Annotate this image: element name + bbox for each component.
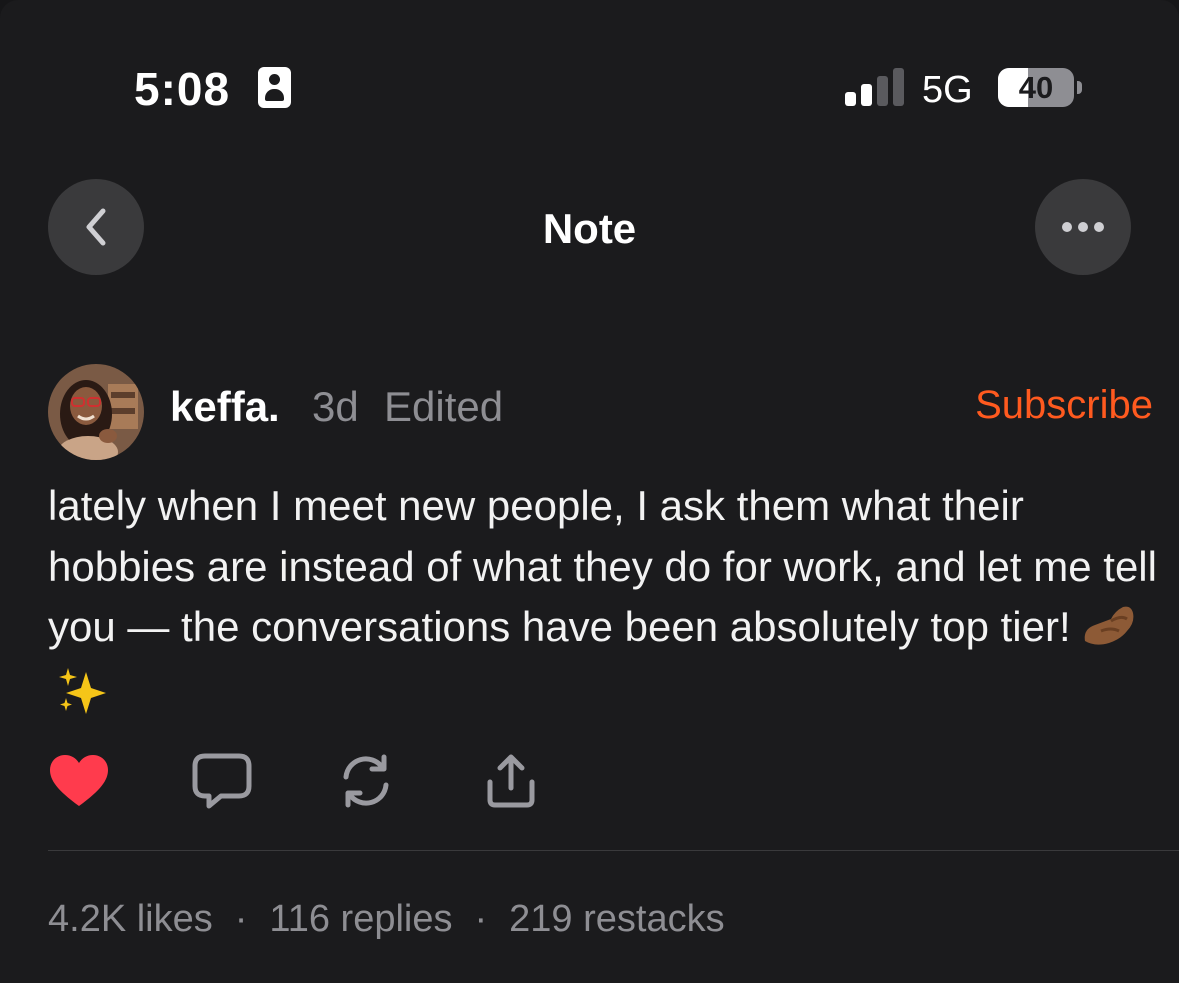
signal-icon <box>845 68 905 106</box>
battery-icon: 40 <box>998 68 1074 107</box>
divider <box>48 850 1179 851</box>
likes-count[interactable]: 4.2K likes <box>48 898 213 940</box>
restack-button[interactable] <box>333 750 399 812</box>
engagement-stats: 4.2K likes · 116 replies · 219 restacks <box>48 898 725 941</box>
post-body: lately when I meet new people, I ask the… <box>48 476 1158 734</box>
stats-separator: · <box>234 898 248 940</box>
battery-nub <box>1077 81 1082 94</box>
restack-icon <box>343 754 389 808</box>
pinched-fingers-emoji <box>1081 601 1137 666</box>
heart-icon <box>50 755 108 806</box>
more-options-button[interactable] <box>1035 179 1131 275</box>
status-time: 5:08 <box>134 63 231 115</box>
contact-card-icon <box>258 67 291 108</box>
post-timestamp: 3d <box>312 383 359 430</box>
page-title: Note <box>542 205 637 252</box>
subscribe-button[interactable]: Subscribe <box>975 383 1153 428</box>
stats-separator: · <box>474 898 488 940</box>
share-icon <box>487 754 535 808</box>
like-button[interactable] <box>46 750 112 812</box>
note-screen: 5:08 5G 40 Note keffa. 3d Edited Subscri… <box>0 0 1179 983</box>
network-type: 5G <box>922 69 973 111</box>
reply-button[interactable] <box>189 750 255 812</box>
ellipsis-icon <box>1062 222 1104 232</box>
speech-bubble-icon <box>192 753 252 809</box>
post-text: lately when I meet new people, I ask the… <box>48 482 1157 650</box>
battery-percent: 40 <box>1018 70 1054 105</box>
sparkles-emoji <box>56 666 110 735</box>
restacks-count[interactable]: 219 restacks <box>509 898 724 940</box>
share-button[interactable] <box>478 750 544 812</box>
avatar[interactable] <box>48 364 144 460</box>
replies-count[interactable]: 116 replies <box>269 898 452 940</box>
edited-label: Edited <box>384 383 504 430</box>
author-name[interactable]: keffa. <box>170 383 280 431</box>
